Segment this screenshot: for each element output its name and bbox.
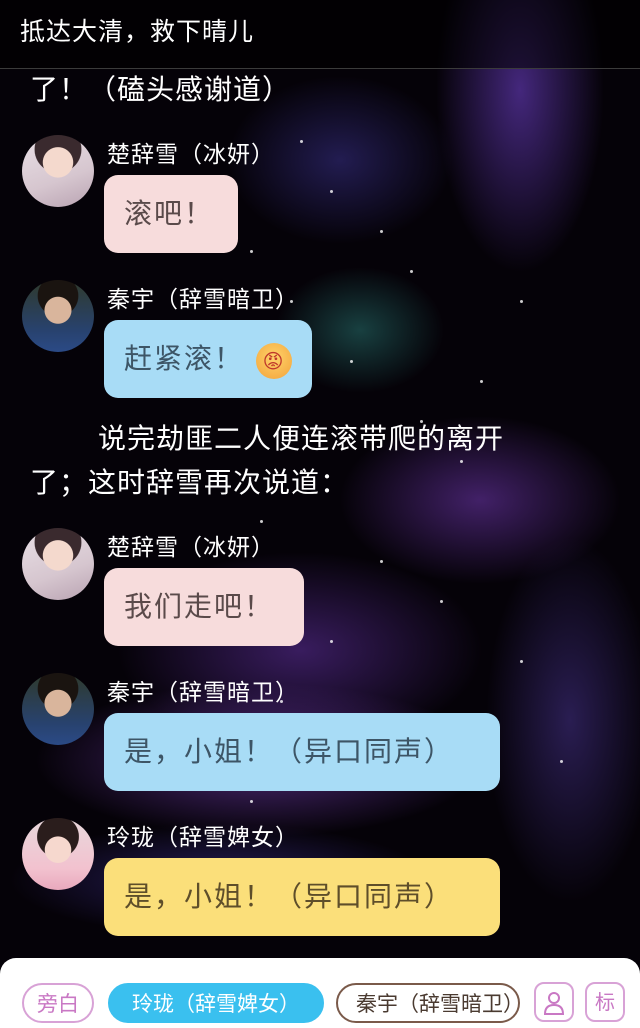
- user-icon[interactable]: [534, 982, 574, 1022]
- star-dot: [350, 360, 353, 363]
- avatar-qinyu[interactable]: [22, 673, 94, 745]
- message-bubble: 赶紧滚！ 😡: [104, 320, 312, 398]
- star-dot: [250, 250, 253, 253]
- star-dot: [520, 660, 523, 663]
- avatar-qinyu[interactable]: [22, 280, 94, 352]
- star-dot: [560, 760, 563, 763]
- star-dot: [380, 230, 383, 233]
- character-selector-bar: 旁白 玲珑（辞雪婢女） 秦宇（辞雪暗卫） 标: [0, 958, 640, 1028]
- star-dot: [480, 380, 483, 383]
- star-dot: [330, 640, 333, 643]
- speaker-name: 楚辞雪（冰妍）: [107, 142, 275, 168]
- avatar-linglong[interactable]: [22, 818, 94, 890]
- star-dot: [260, 520, 263, 523]
- star-dot: [440, 600, 443, 603]
- mark-button[interactable]: 标: [585, 982, 625, 1022]
- speaker-name: 秦宇（辞雪暗卫）: [107, 287, 299, 313]
- chapter-title: 抵达大清，救下晴儿: [20, 17, 255, 46]
- narration-line: 了；这时辞雪再次说道：: [30, 466, 350, 499]
- character-chip-selected[interactable]: 玲珑（辞雪婢女）: [108, 983, 324, 1023]
- narration-text: 说完劫匪二人便连滚带爬的离开 了；这时辞雪再次说道：: [30, 417, 590, 505]
- star-dot: [300, 140, 303, 143]
- speaker-name: 楚辞雪（冰妍）: [107, 535, 275, 561]
- narration-text: 了！（磕头感谢道）: [30, 73, 292, 106]
- star-dot: [410, 270, 413, 273]
- message-text: 滚吧！: [124, 197, 215, 230]
- message-bubble: 是，小姐！（异口同声）: [104, 858, 500, 936]
- message-text: 赶紧滚！: [124, 342, 245, 375]
- character-chip[interactable]: 秦宇（辞雪暗卫）: [336, 983, 520, 1023]
- narrator-chip[interactable]: 旁白: [22, 983, 94, 1023]
- narration-line: 说完劫匪二人便连滚带爬的离开: [98, 422, 505, 455]
- message-text: 我们走吧！: [124, 590, 275, 623]
- speaker-name: 玲珑（辞雪婢女）: [107, 825, 299, 851]
- speaker-name: 秦宇（辞雪暗卫）: [107, 680, 299, 706]
- avatar-chuxiuxue[interactable]: [22, 528, 94, 600]
- star-dot: [250, 800, 253, 803]
- angry-face-icon: 😡: [256, 342, 293, 379]
- star-dot: [520, 300, 523, 303]
- avatar-chuxiuxue[interactable]: [22, 135, 94, 207]
- message-bubble: 滚吧！: [104, 175, 238, 253]
- message-text: 是，小姐！（异口同声）: [124, 735, 455, 768]
- star-dot: [380, 560, 383, 563]
- message-text: 是，小姐！（异口同声）: [124, 880, 455, 913]
- message-bubble: 是，小姐！（异口同声）: [104, 713, 500, 791]
- star-dot: [330, 190, 333, 193]
- message-bubble: 我们走吧！: [104, 568, 304, 646]
- user-icon-glyph: [543, 992, 565, 1015]
- chapter-header: 抵达大清，救下晴儿: [0, 0, 640, 69]
